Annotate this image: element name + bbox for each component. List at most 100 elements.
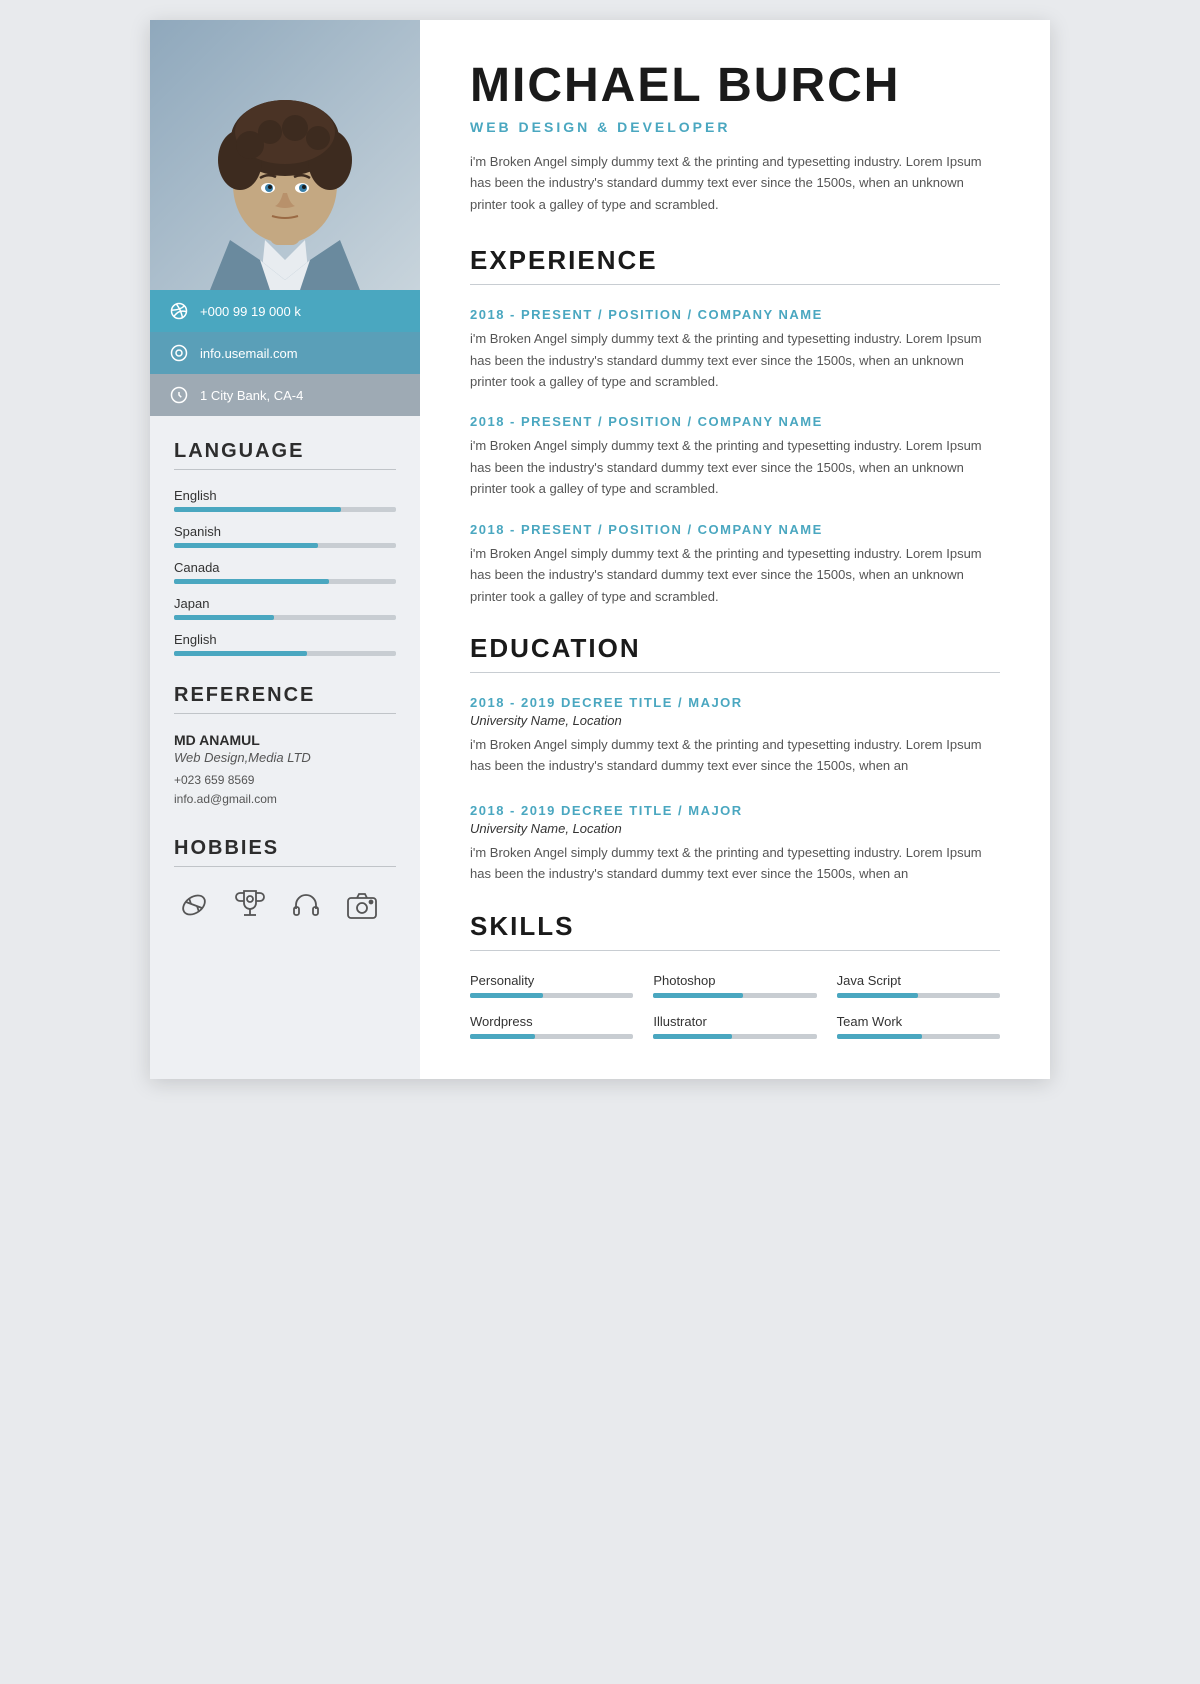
skill-bar-bg xyxy=(470,1034,633,1039)
resume-container: +000 99 19 000 k info.usemail.com 1 C xyxy=(150,20,1050,1079)
reference-company: Web Design,Media LTD xyxy=(174,750,396,765)
language-name: Japan xyxy=(174,596,396,611)
skill-bar-fill xyxy=(653,993,743,998)
education-item: 2018 - 2019 DECREE TITLE / MAJOR Univers… xyxy=(470,803,1000,885)
rugby-icon xyxy=(174,885,214,925)
skill-name: Photoshop xyxy=(653,973,816,988)
skill-item: Photoshop xyxy=(653,973,816,998)
experience-item: 2018 - PRESENT / POSITION / COMPANY NAME… xyxy=(470,414,1000,499)
edu-university: University Name, Location xyxy=(470,713,1000,728)
skill-bar-fill xyxy=(470,993,543,998)
phone-contact: +000 99 19 000 k xyxy=(150,290,420,332)
education-list: 2018 - 2019 DECREE TITLE / MAJOR Univers… xyxy=(470,695,1000,885)
skill-name: Personality xyxy=(470,973,633,988)
address-contact: 1 City Bank, CA-4 xyxy=(150,374,420,416)
language-name: English xyxy=(174,632,396,647)
skill-item: Team Work xyxy=(837,1014,1000,1039)
headphones-icon xyxy=(286,885,326,925)
contact-section: +000 99 19 000 k info.usemail.com 1 C xyxy=(150,290,420,416)
education-item: 2018 - 2019 DECREE TITLE / MAJOR Univers… xyxy=(470,695,1000,777)
language-bar-fill xyxy=(174,507,341,512)
profile-photo xyxy=(150,20,420,290)
skill-name: Java Script xyxy=(837,973,1000,988)
language-item: Spanish xyxy=(174,524,396,548)
skills-grid: Personality Photoshop Java Script Wordpr… xyxy=(470,973,1000,1039)
skills-title: SKILLS xyxy=(470,911,1000,942)
language-name: Spanish xyxy=(174,524,396,539)
language-item: Canada xyxy=(174,560,396,584)
experience-period: 2018 - PRESENT / POSITION / COMPANY NAME xyxy=(470,414,1000,429)
language-bar-bg xyxy=(174,651,396,656)
edu-degree: 2018 - 2019 DECREE TITLE / MAJOR xyxy=(470,695,1000,710)
language-item: Japan xyxy=(174,596,396,620)
language-list: English Spanish Canada Japan English xyxy=(174,488,396,656)
reference-divider xyxy=(174,713,396,714)
reference-title: REFERENCE xyxy=(174,684,396,707)
experience-desc: i'm Broken Angel simply dummy text & the… xyxy=(470,435,1000,499)
language-title: LANGUAGE xyxy=(174,440,396,463)
experience-desc: i'm Broken Angel simply dummy text & the… xyxy=(470,328,1000,392)
email-contact: info.usemail.com xyxy=(150,332,420,374)
full-name: MICHAEL BURCH xyxy=(470,60,1000,113)
experience-period: 2018 - PRESENT / POSITION / COMPANY NAME xyxy=(470,522,1000,537)
hobbies-icons xyxy=(174,885,396,925)
camera-icon xyxy=(342,885,382,925)
skill-item: Java Script xyxy=(837,973,1000,998)
edu-university: University Name, Location xyxy=(470,821,1000,836)
language-item: English xyxy=(174,488,396,512)
skill-bar-fill xyxy=(837,993,919,998)
skills-divider xyxy=(470,950,1000,951)
experience-divider xyxy=(470,284,1000,285)
language-bar-bg xyxy=(174,615,396,620)
experience-desc: i'm Broken Angel simply dummy text & the… xyxy=(470,543,1000,607)
language-bar-fill xyxy=(174,579,329,584)
reference-name: MD ANAMUL xyxy=(174,732,396,748)
reference-phone: +023 659 8569 xyxy=(174,771,396,790)
education-title: EDUCATION xyxy=(470,633,1000,664)
edu-desc: i'm Broken Angel simply dummy text & the… xyxy=(470,734,1000,777)
skill-item: Personality xyxy=(470,973,633,998)
language-name: Canada xyxy=(174,560,396,575)
skill-item: Illustrator xyxy=(653,1014,816,1039)
language-bar-fill xyxy=(174,615,274,620)
main-content: MICHAEL BURCH WEB DESIGN & DEVELOPER i'm… xyxy=(420,20,1050,1079)
language-bar-fill xyxy=(174,543,318,548)
skills-section: SKILLS Personality Photoshop Java Script… xyxy=(470,911,1000,1039)
reference-section: REFERENCE MD ANAMUL Web Design,Media LTD… xyxy=(174,684,396,809)
experience-section: EXPERIENCE 2018 - PRESENT / POSITION / C… xyxy=(470,245,1000,607)
skill-bar-bg xyxy=(653,1034,816,1039)
job-title: WEB DESIGN & DEVELOPER xyxy=(470,119,1000,135)
language-name: English xyxy=(174,488,396,503)
edu-degree: 2018 - 2019 DECREE TITLE / MAJOR xyxy=(470,803,1000,818)
edu-desc: i'm Broken Angel simply dummy text & the… xyxy=(470,842,1000,885)
language-bar-bg xyxy=(174,507,396,512)
language-bar-bg xyxy=(174,579,396,584)
phone-text: +000 99 19 000 k xyxy=(200,304,301,319)
experience-item: 2018 - PRESENT / POSITION / COMPANY NAME… xyxy=(470,522,1000,607)
location-icon xyxy=(168,384,190,406)
skill-bar-bg xyxy=(837,1034,1000,1039)
skill-name: Team Work xyxy=(837,1014,1000,1029)
language-bar-fill xyxy=(174,651,307,656)
email-text: info.usemail.com xyxy=(200,346,298,361)
experience-list: 2018 - PRESENT / POSITION / COMPANY NAME… xyxy=(470,307,1000,607)
address-text: 1 City Bank, CA-4 xyxy=(200,388,303,403)
education-divider xyxy=(470,672,1000,673)
language-section: LANGUAGE English Spanish Canada Japan En… xyxy=(174,440,396,656)
skill-name: Illustrator xyxy=(653,1014,816,1029)
skill-item: Wordpress xyxy=(470,1014,633,1039)
skill-bar-bg xyxy=(470,993,633,998)
skill-bar-bg xyxy=(653,993,816,998)
award-icon xyxy=(230,885,270,925)
skill-bar-fill xyxy=(470,1034,535,1039)
skill-bar-fill xyxy=(653,1034,731,1039)
hobbies-divider xyxy=(174,866,396,867)
language-bar-bg xyxy=(174,543,396,548)
hobbies-title: HOBBIES xyxy=(174,837,396,860)
phone-icon xyxy=(168,300,190,322)
language-item: English xyxy=(174,632,396,656)
intro-text: i'm Broken Angel simply dummy text & the… xyxy=(470,151,1000,215)
reference-email: info.ad@gmail.com xyxy=(174,790,396,809)
hobbies-section: HOBBIES xyxy=(174,837,396,925)
experience-item: 2018 - PRESENT / POSITION / COMPANY NAME… xyxy=(470,307,1000,392)
